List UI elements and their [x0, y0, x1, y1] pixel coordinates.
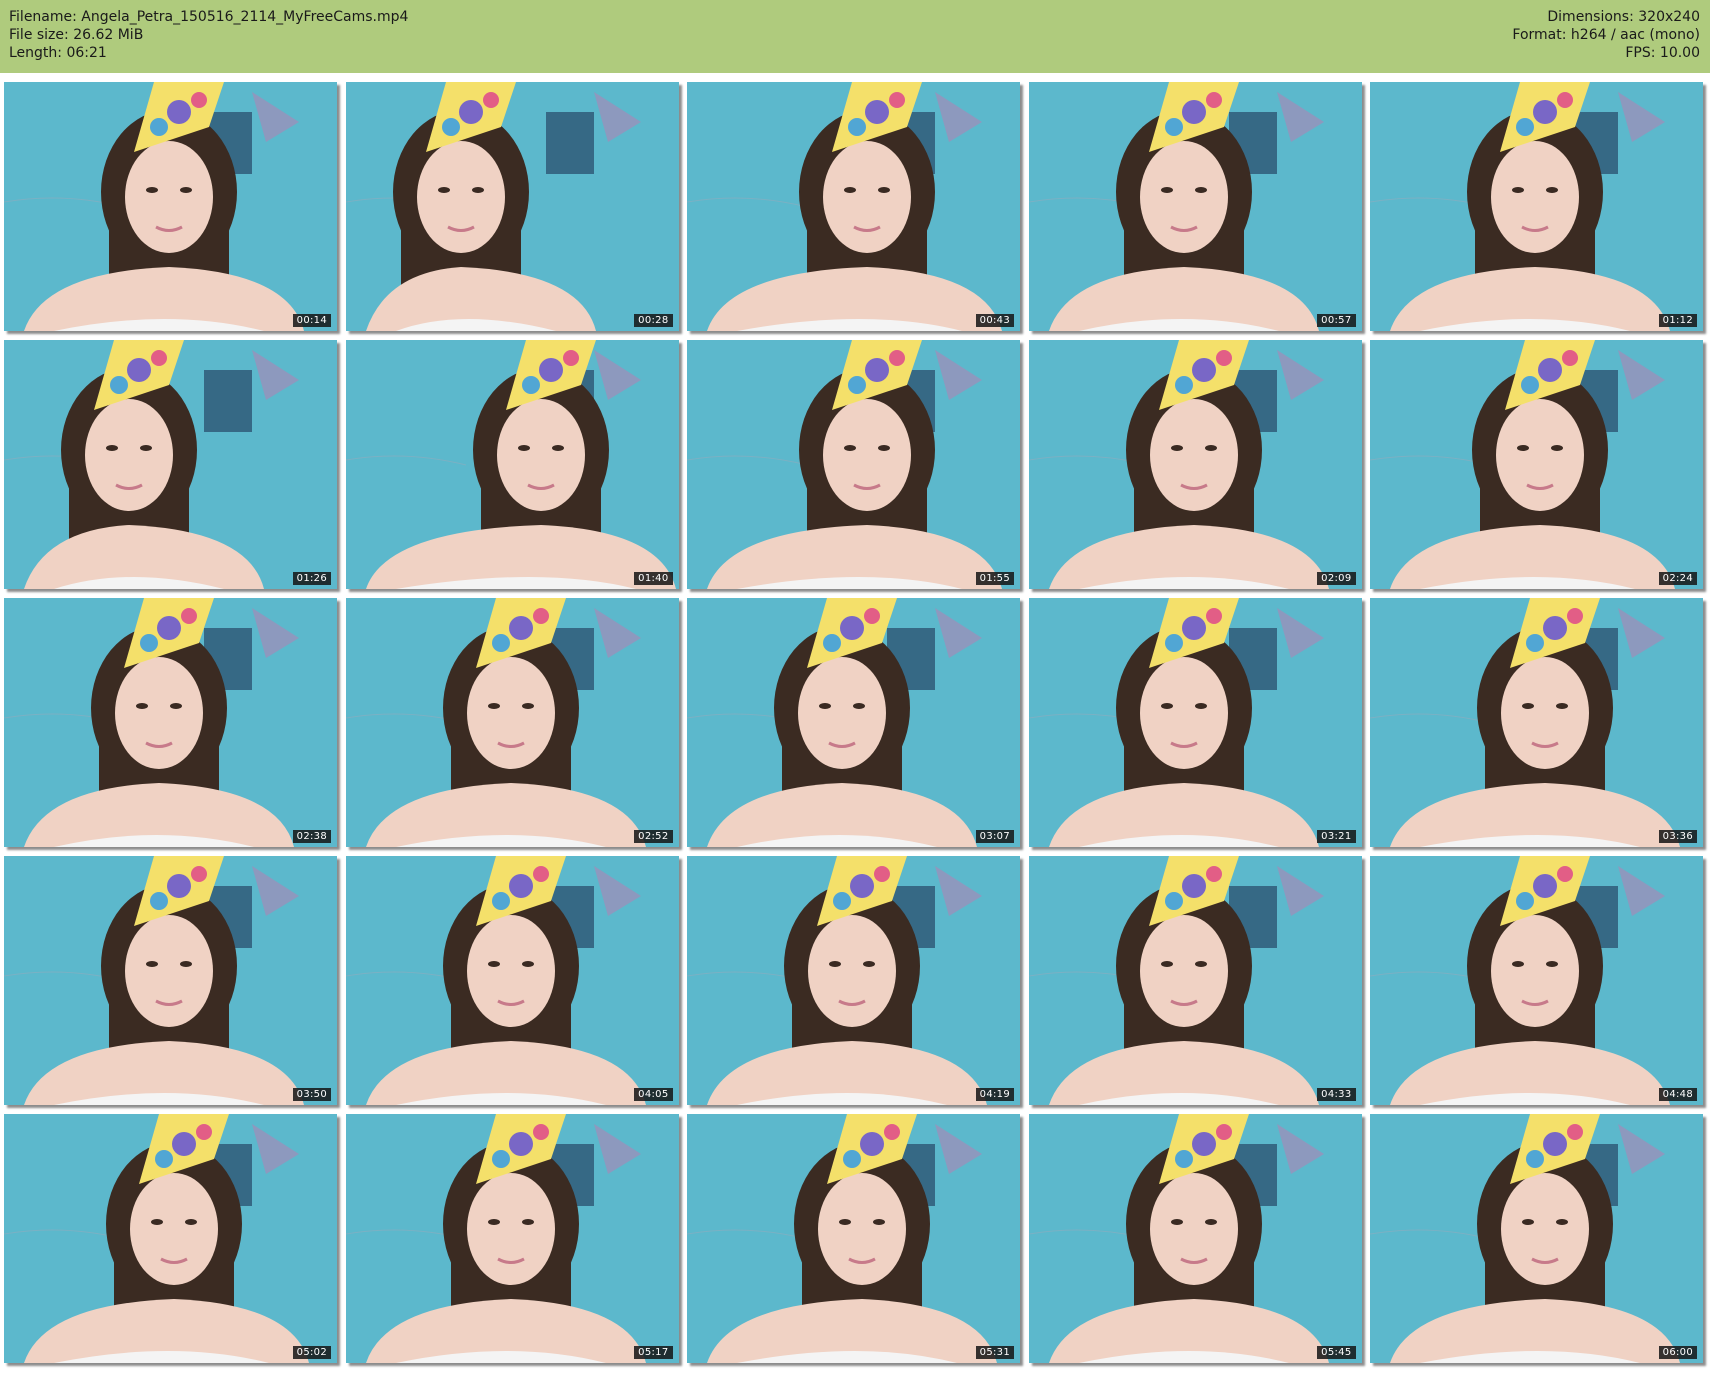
video-frame-image — [1028, 82, 1362, 331]
timestamp-label: 02:09 — [1317, 572, 1356, 585]
timestamp-label: 03:21 — [1317, 830, 1356, 843]
timestamp-label: 01:12 — [1658, 314, 1697, 327]
timestamp-label: 04:33 — [1317, 1088, 1356, 1101]
length-text: Length: 06:21 — [9, 45, 107, 61]
timestamp-label: 00:43 — [975, 314, 1014, 327]
dimensions-text: Dimensions: 320x240 — [1547, 9, 1700, 25]
video-frame-image — [687, 340, 1020, 589]
video-thumbnail: 03:36 — [1370, 598, 1703, 847]
video-thumbnail: 00:43 — [687, 82, 1020, 331]
file-meta-left: Filename: Angela_Petra_150516_2114_MyFre… — [9, 8, 408, 62]
timestamp-label: 01:40 — [634, 572, 673, 585]
video-thumbnail: 00:14 — [4, 82, 337, 331]
video-frame-image — [4, 1114, 337, 1363]
timestamp-label: 02:38 — [292, 830, 331, 843]
video-frame-image — [1370, 1114, 1703, 1363]
timestamp-label: 05:17 — [634, 1346, 673, 1359]
video-thumbnail: 05:31 — [687, 1114, 1020, 1363]
video-thumbnail: 02:52 — [345, 598, 679, 847]
timestamp-label: 05:02 — [292, 1346, 331, 1359]
video-frame-image — [1370, 340, 1703, 589]
video-frame-image — [1028, 856, 1362, 1105]
timestamp-label: 03:07 — [975, 830, 1014, 843]
timestamp-label: 00:28 — [634, 314, 673, 327]
timestamp-label: 04:05 — [634, 1088, 673, 1101]
timestamp-label: 02:24 — [1658, 572, 1697, 585]
video-frame-image — [687, 856, 1020, 1105]
timestamp-label: 01:55 — [975, 572, 1014, 585]
video-frame-image — [687, 82, 1020, 331]
filesize-text: File size: 26.62 MiB — [9, 27, 144, 43]
video-frame-image — [345, 340, 679, 589]
video-frame-image — [4, 82, 337, 331]
video-thumbnail: 05:17 — [345, 1114, 679, 1363]
video-frame-image — [1028, 340, 1362, 589]
video-frame-image — [1028, 1114, 1362, 1363]
filename-text: Filename: Angela_Petra_150516_2114_MyFre… — [9, 9, 409, 25]
video-frame-image — [4, 340, 337, 589]
video-frame-image — [345, 856, 679, 1105]
video-frame-image — [345, 598, 679, 847]
timestamp-label: 00:57 — [1317, 314, 1356, 327]
timestamp-label: 03:50 — [292, 1088, 331, 1101]
timestamp-label: 00:14 — [292, 314, 331, 327]
video-thumbnail: 00:28 — [345, 82, 679, 331]
fps-text: FPS: 10.00 — [1625, 45, 1700, 61]
video-thumbnail: 05:45 — [1028, 1114, 1362, 1363]
video-frame-image — [4, 856, 337, 1105]
video-thumbnail: 03:50 — [4, 856, 337, 1105]
video-thumbnail: 04:19 — [687, 856, 1020, 1105]
video-thumbnail: 01:40 — [345, 340, 679, 589]
video-thumbnail: 01:26 — [4, 340, 337, 589]
file-meta-right: Dimensions: 320x240 Format: h264 / aac (… — [1512, 8, 1700, 62]
video-thumbnail: 04:48 — [1370, 856, 1703, 1105]
video-thumbnail: 00:57 — [1028, 82, 1362, 331]
video-thumbnail: 01:12 — [1370, 82, 1703, 331]
timestamp-label: 04:48 — [1658, 1088, 1697, 1101]
video-frame-image — [687, 1114, 1020, 1363]
video-thumbnail: 03:21 — [1028, 598, 1362, 847]
info-header: Filename: Angela_Petra_150516_2114_MyFre… — [0, 0, 1710, 73]
video-thumbnail: 02:09 — [1028, 340, 1362, 589]
timestamp-label: 01:26 — [292, 572, 331, 585]
video-frame-image — [1370, 598, 1703, 847]
video-thumbnail: 01:55 — [687, 340, 1020, 589]
video-thumbnail: 05:02 — [4, 1114, 337, 1363]
video-frame-image — [1370, 856, 1703, 1105]
video-thumbnail: 04:33 — [1028, 856, 1362, 1105]
timestamp-label: 04:19 — [975, 1088, 1014, 1101]
video-thumbnail: 02:24 — [1370, 340, 1703, 589]
video-thumbnail: 03:07 — [687, 598, 1020, 847]
video-frame-image — [1370, 82, 1703, 331]
format-text: Format: h264 / aac (mono) — [1512, 27, 1700, 43]
timestamp-label: 02:52 — [634, 830, 673, 843]
video-thumbnail: 02:38 — [4, 598, 337, 847]
video-frame-image — [345, 1114, 679, 1363]
video-thumbnail: 06:00 — [1370, 1114, 1703, 1363]
timestamp-label: 05:45 — [1317, 1346, 1356, 1359]
video-frame-image — [4, 598, 337, 847]
thumbnail-grid: 00:14 00:28 00:43 00:57 01:12 01:26 01:40 01:55… — [4, 82, 1706, 1368]
video-frame-image — [345, 82, 679, 331]
timestamp-label: 06:00 — [1658, 1346, 1697, 1359]
timestamp-label: 05:31 — [975, 1346, 1014, 1359]
video-frame-image — [1028, 598, 1362, 847]
timestamp-label: 03:36 — [1658, 830, 1697, 843]
video-frame-image — [687, 598, 1020, 847]
video-thumbnail: 04:05 — [345, 856, 679, 1105]
